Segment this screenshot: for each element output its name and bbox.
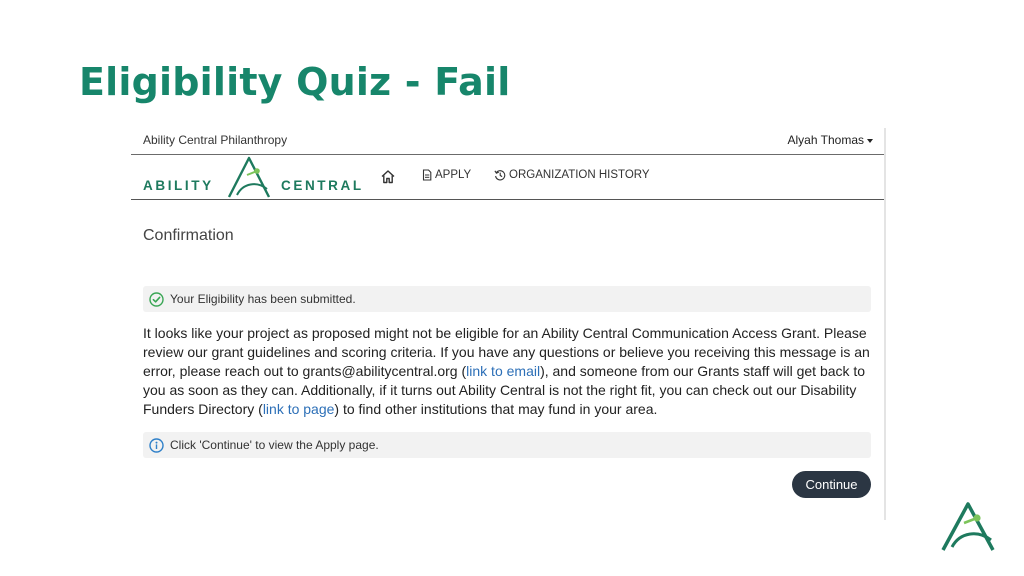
ability-central-mark-icon [941,502,995,551]
document-icon [422,169,432,181]
ability-central-logo[interactable]: ABILITY CENTRAL [141,155,371,199]
logo-word-right: CENTRAL [281,178,364,193]
slide-title: Eligibility Quiz - Fail [79,60,511,104]
history-icon [494,170,506,181]
user-menu[interactable]: Alyah Thomas [788,133,873,147]
directory-link[interactable]: link to page [263,401,335,417]
nav-apply-label: APPLY [435,169,472,181]
logo-a-mark-icon [227,156,271,198]
caret-down-icon [867,138,873,143]
app-screenshot: Ability Central Philanthropy Alyah Thoma… [131,128,885,520]
screenshot-edge [884,128,886,520]
nav-bar: ABILITY CENTRAL APPLY ORGANIZATION HISTO… [131,155,885,200]
nav-apply[interactable]: APPLY [422,169,471,181]
org-name: Ability Central Philanthropy [143,133,288,147]
success-alert: Your Eligibility has been submitted. [143,286,871,312]
user-name: Alyah Thomas [787,133,864,147]
info-alert: Click 'Continue' to view the Apply page. [143,432,871,458]
page-heading: Confirmation [143,227,234,244]
info-icon [149,437,164,453]
success-alert-text: Your Eligibility has been submitted. [170,292,356,306]
continue-button[interactable]: Continue [792,471,871,498]
eligibility-message: It looks like your project as proposed m… [143,324,879,419]
top-bar: Ability Central Philanthropy Alyah Thoma… [131,128,885,155]
nav-organization-history-label: ORGANIZATION HISTORY [509,169,650,181]
nav-home[interactable] [380,169,396,184]
logo-word-left: ABILITY [143,178,214,193]
check-circle-icon [149,291,164,307]
message-part-3: ) to find other institutions that may fu… [334,401,658,417]
home-icon [381,170,395,184]
info-alert-text: Click 'Continue' to view the Apply page. [170,438,379,452]
nav-organization-history[interactable]: ORGANIZATION HISTORY [494,169,650,181]
email-link[interactable]: link to email [466,363,540,379]
